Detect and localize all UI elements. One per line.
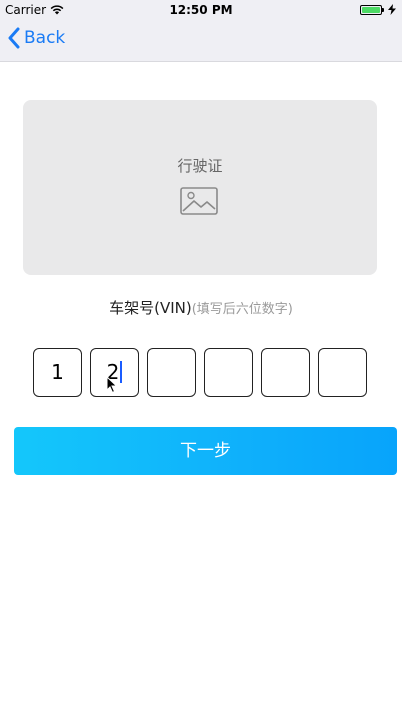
status-bar: Carrier 12:50 PM [0, 0, 402, 20]
vin-digit-1: 1 [51, 360, 64, 384]
chevron-left-icon [8, 27, 20, 49]
vin-digit-box-1[interactable]: 1 [33, 348, 82, 397]
vin-code-input: 1 2 [33, 348, 369, 397]
vehicle-license-upload[interactable]: 行驶证 [23, 100, 377, 275]
vin-hint: (填写后六位数字) [191, 302, 293, 317]
status-right [360, 4, 396, 15]
vin-digit-box-4[interactable] [204, 348, 253, 397]
text-cursor [120, 360, 123, 383]
next-step-button[interactable]: 下一步 [14, 427, 397, 475]
back-label: Back [24, 28, 66, 48]
image-placeholder-icon [180, 187, 218, 215]
battery-icon [360, 4, 384, 15]
vin-digit-box-6[interactable] [318, 348, 367, 397]
vin-title: 车架号(VIN) [109, 299, 192, 317]
back-button[interactable]: Back [8, 27, 65, 49]
battery-level [362, 6, 380, 13]
vin-digit-box-5[interactable] [261, 348, 310, 397]
vin-label: 车架号(VIN)(填写后六位数字) [0, 297, 402, 318]
vin-digit-box-3[interactable] [147, 348, 196, 397]
mouse-pointer-icon [106, 376, 118, 394]
navigation-bar: Back [0, 20, 402, 62]
vehicle-license-title: 行驶证 [177, 157, 223, 175]
status-time: 12:50 PM [169, 3, 233, 17]
charging-bolt-icon [388, 4, 396, 15]
